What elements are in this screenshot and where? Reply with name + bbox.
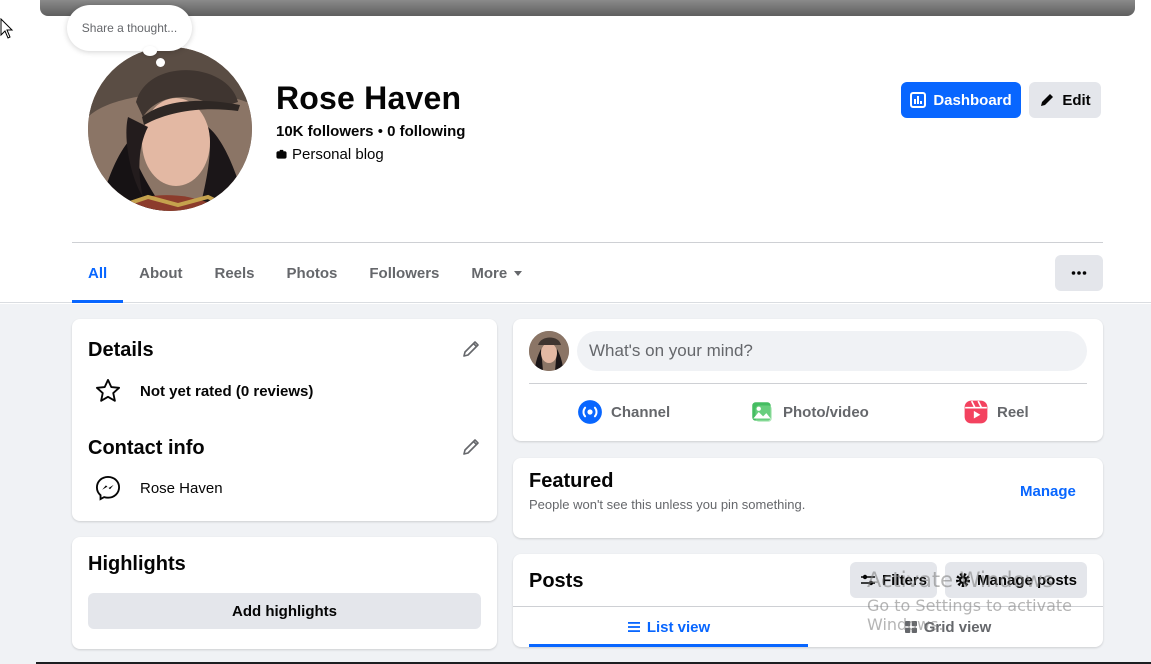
featured-card: Featured People won't see this unless yo… — [513, 458, 1103, 538]
dashboard-label: Dashboard — [933, 91, 1012, 109]
tab-more-label: More — [471, 264, 508, 282]
contact-info-title: Contact info — [88, 437, 205, 459]
tab-reels[interactable]: Reels — [199, 243, 271, 303]
details-title: Details — [88, 339, 154, 361]
add-highlights-label: Add highlights — [232, 602, 337, 620]
category-label: Personal blog — [292, 146, 384, 163]
composer-placeholder: What's on your mind? — [589, 341, 753, 360]
highlights-title: Highlights — [88, 553, 186, 575]
tab-more[interactable]: More — [455, 243, 539, 303]
featured-title: Featured — [529, 470, 614, 492]
profile-header: Share a thought... Rose Haven 10K follow… — [0, 0, 1151, 303]
profile-category: Personal blog — [276, 146, 384, 163]
channel-label: Channel — [611, 403, 671, 421]
pencil-icon — [1041, 94, 1054, 106]
tab-about[interactable]: About — [123, 243, 198, 303]
whats-on-your-mind-input[interactable]: What's on your mind? — [577, 331, 1087, 371]
tab-reels-label: Reels — [214, 264, 255, 282]
tab-followers[interactable]: Followers — [353, 243, 455, 303]
filters-button[interactable]: Filters — [850, 562, 937, 598]
filters-label: Filters — [881, 571, 927, 589]
edit-contact-pencil-icon[interactable] — [461, 437, 481, 457]
featured-manage-link[interactable]: Manage — [1020, 483, 1076, 500]
profile-photo — [88, 47, 252, 211]
rating-text: Not yet rated (0 reviews) — [140, 382, 314, 400]
more-options-button[interactable] — [1055, 255, 1103, 291]
reel-button[interactable]: Reel — [963, 398, 1029, 426]
messenger-row: Rose Haven — [94, 474, 223, 502]
caret-down-icon — [514, 271, 523, 276]
dashboard-button[interactable]: Dashboard — [901, 82, 1021, 118]
grid-icon — [904, 621, 917, 633]
avatar-photo — [529, 331, 569, 371]
tab-about-label: About — [139, 264, 183, 282]
posts-title: Posts — [529, 570, 584, 592]
composer-divider — [529, 383, 1087, 384]
thought-bubble-tail — [143, 46, 157, 56]
tab-photos[interactable]: Photos — [271, 243, 354, 303]
profile-tabs: All About Reels Photos Followers More — [72, 243, 539, 303]
edit-profile-button[interactable]: Edit — [1029, 82, 1101, 118]
channel-button[interactable]: Channel — [577, 398, 670, 426]
briefcase-icon — [276, 149, 287, 159]
photo-video-label: Photo/video — [783, 403, 869, 421]
list-icon — [627, 622, 640, 632]
manage-posts-button[interactable]: Manage posts — [945, 562, 1087, 598]
list-view-tab[interactable]: List view — [529, 607, 808, 647]
composer-avatar[interactable] — [529, 331, 569, 371]
edit-details-pencil-icon[interactable] — [461, 339, 481, 359]
profile-stats: 10K followers • 0 following — [276, 123, 465, 140]
sliders-icon — [860, 574, 875, 586]
reel-icon — [964, 400, 988, 424]
highlights-card: Highlights Add highlights — [72, 537, 497, 649]
gear-icon — [955, 573, 970, 587]
tab-all[interactable]: All — [72, 243, 124, 303]
share-thought-bubble[interactable]: Share a thought... — [67, 5, 192, 51]
messenger-name[interactable]: Rose Haven — [140, 480, 223, 497]
channel-icon — [578, 400, 602, 424]
thought-placeholder: Share a thought... — [81, 21, 178, 35]
add-highlights-button[interactable]: Add highlights — [88, 593, 481, 629]
edit-label: Edit — [1062, 91, 1091, 109]
messenger-icon — [95, 475, 121, 501]
grid-view-tab[interactable]: Grid view — [808, 607, 1087, 647]
following-count[interactable]: 0 following — [387, 123, 465, 140]
reel-label: Reel — [997, 403, 1029, 421]
tab-followers-label: Followers — [369, 264, 440, 282]
chart-bars-icon — [910, 92, 927, 108]
posts-card: Posts Filters Manage posts List view Gri… — [513, 554, 1103, 647]
photo-icon — [752, 402, 772, 422]
ellipsis-icon — [1071, 271, 1087, 275]
star-icon — [95, 378, 121, 402]
photo-video-button[interactable]: Photo/video — [749, 398, 869, 426]
followers-count[interactable]: 10K followers — [276, 123, 374, 140]
post-composer-card: What's on your mind? Channel Photo/video… — [513, 319, 1103, 441]
grid-view-label: Grid view — [923, 618, 992, 636]
stats-separator: • — [373, 123, 388, 140]
featured-subtitle: People won't see this unless you pin som… — [529, 497, 806, 512]
cover-photo-edge[interactable] — [40, 0, 1135, 16]
manage-posts-label: Manage posts — [976, 571, 1078, 589]
profile-picture[interactable] — [86, 45, 254, 213]
mouse-cursor-icon — [0, 18, 14, 39]
tab-all-label: All — [88, 264, 108, 282]
profile-name: Rose Haven — [276, 80, 462, 116]
thought-bubble-tail-small — [156, 58, 165, 67]
rating-row: Not yet rated (0 reviews) — [94, 377, 313, 405]
list-view-label: List view — [646, 618, 711, 636]
tab-photos-label: Photos — [286, 264, 338, 282]
details-card: Details Not yet rated (0 reviews) Contac… — [72, 319, 497, 521]
